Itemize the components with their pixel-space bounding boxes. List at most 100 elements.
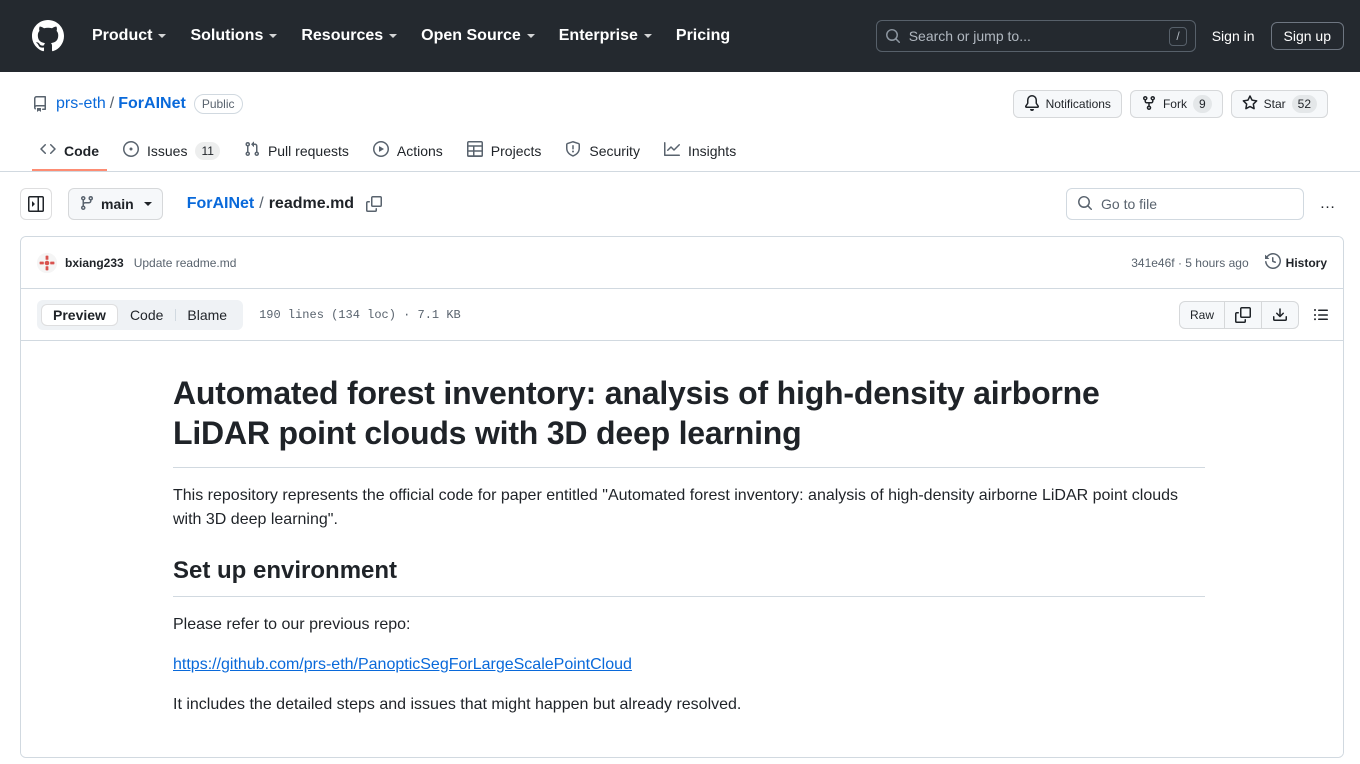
- commit-hash-and-time[interactable]: 341e46f · 5 hours ago: [1131, 256, 1248, 270]
- tab-insights[interactable]: Insights: [656, 134, 744, 171]
- fork-button[interactable]: Fork 9: [1129, 90, 1223, 118]
- repo-separator: /: [109, 95, 115, 112]
- copy-path-icon[interactable]: [366, 196, 383, 212]
- sign-in-button[interactable]: Sign in: [1212, 28, 1255, 44]
- tab-label: Insights: [687, 142, 737, 159]
- commit-message[interactable]: Update readme.md: [134, 256, 237, 270]
- tab-label: Actions: [396, 142, 443, 159]
- file-toolbar-actions: Raw: [1178, 300, 1335, 329]
- table-icon: [466, 141, 483, 160]
- shield-icon: [565, 141, 581, 160]
- branch-selector[interactable]: main: [68, 188, 163, 220]
- nav-label: Product: [92, 27, 153, 44]
- history-icon: [1264, 252, 1281, 272]
- play-icon: [372, 141, 389, 160]
- breadcrumb-current-file: readme.md: [268, 195, 355, 212]
- notifications-button[interactable]: Notifications: [1012, 90, 1122, 118]
- page-title: Automated forest inventory: analysis of …: [173, 373, 1205, 468]
- tab-actions[interactable]: Actions: [365, 134, 451, 171]
- nav-label: Solutions: [190, 27, 264, 44]
- git-branch-icon: [79, 195, 95, 214]
- notifications-label: Notifications: [1045, 97, 1111, 111]
- repo-name-link[interactable]: ForAINet: [118, 95, 186, 113]
- breadcrumb-root-link[interactable]: ForAINet: [187, 195, 255, 213]
- file-nav-right: Go to file …: [1066, 188, 1344, 220]
- repo-icon: [32, 96, 48, 112]
- copy-icon[interactable]: [1225, 301, 1262, 328]
- go-to-file-placeholder: Go to file: [1101, 196, 1158, 212]
- chevron-down-icon: [389, 34, 398, 38]
- tab-label: Code: [64, 142, 99, 159]
- search-placeholder: Search or jump to...: [908, 28, 1031, 44]
- tab-pull-requests[interactable]: Pull requests: [236, 134, 357, 171]
- nav-item-resources[interactable]: Resources: [289, 19, 409, 53]
- fork-icon: [1141, 95, 1157, 114]
- star-icon: [1242, 94, 1258, 114]
- readme-markdown-body: Automated forest inventory: analysis of …: [21, 341, 1343, 757]
- tab-label: Security: [589, 142, 640, 159]
- raw-button[interactable]: Raw: [1180, 301, 1225, 328]
- graph-icon: [663, 141, 680, 160]
- git-pull-request-icon: [244, 141, 260, 160]
- tab-blame[interactable]: Blame: [175, 304, 239, 326]
- repo-actions: Notifications Fork 9 Star 52: [1012, 90, 1328, 118]
- branch-name: main: [101, 196, 134, 212]
- intro-paragraph: This repository represents the official …: [173, 487, 1179, 528]
- global-nav: Product Solutions Resources Open Source …: [80, 19, 742, 53]
- nav-item-pricing[interactable]: Pricing: [664, 19, 742, 53]
- nav-label: Resources: [301, 27, 384, 44]
- repo-visibility-badge: Public: [193, 94, 243, 114]
- previous-repo-link-wrapper: https://github.com/prs-eth/PanopticSegFo…: [173, 653, 1205, 677]
- file-view-toolbar: Preview Code Blame 190 lines (134 loc) ·…: [21, 289, 1343, 341]
- file-navigation-bar: main ForAINet / readme.md Go to file …: [0, 172, 1360, 236]
- avatar[interactable]: [37, 252, 57, 273]
- file-content-box: bxiang233 Update readme.md 341e46f · 5 h…: [20, 236, 1344, 758]
- star-label: Star: [1263, 97, 1286, 111]
- github-mark-icon[interactable]: [32, 20, 64, 52]
- bell-icon: [1024, 94, 1040, 114]
- nav-item-enterprise[interactable]: Enterprise: [547, 19, 664, 53]
- chevron-down-icon: [643, 34, 652, 38]
- global-header-right: Search or jump to... / Sign in Sign up: [875, 20, 1344, 52]
- download-icon[interactable]: [1262, 302, 1298, 328]
- nav-label: Enterprise: [558, 27, 638, 44]
- tab-preview[interactable]: Preview: [41, 303, 118, 326]
- search-icon: [885, 28, 901, 44]
- section-heading-setup: Set up environment: [173, 556, 1205, 597]
- star-count: 52: [1291, 95, 1317, 113]
- fork-label: Fork: [1162, 97, 1187, 111]
- history-link[interactable]: History: [1264, 252, 1327, 272]
- tab-label: Issues: [147, 142, 188, 159]
- nav-item-solutions[interactable]: Solutions: [178, 19, 289, 53]
- issues-count: 11: [195, 141, 220, 160]
- tab-code[interactable]: Code: [32, 134, 107, 171]
- sign-up-button[interactable]: Sign up: [1270, 22, 1344, 50]
- tab-label: Projects: [490, 142, 542, 159]
- tab-code-view[interactable]: Code: [118, 304, 175, 326]
- repo-owner-link[interactable]: prs-eth: [56, 95, 106, 113]
- outline-list-icon[interactable]: [1307, 301, 1335, 329]
- more-options-button[interactable]: …: [1312, 188, 1344, 220]
- setup-detail-paragraph: It includes the detailed steps and issue…: [173, 696, 742, 713]
- file-meta-info: 190 lines (134 loc) · 7.1 KB: [259, 307, 461, 322]
- tab-issues[interactable]: Issues 11: [115, 134, 228, 171]
- repo-title-row: prs-eth / ForAINet Public Notifications …: [32, 88, 1328, 120]
- commit-meta: 341e46f · 5 hours ago History: [1131, 252, 1327, 272]
- go-to-file-input[interactable]: Go to file: [1066, 188, 1304, 220]
- previous-repo-link[interactable]: https://github.com/prs-eth/PanopticSegFo…: [173, 656, 632, 673]
- tab-security[interactable]: Security: [557, 134, 648, 171]
- search-input[interactable]: Search or jump to... /: [875, 20, 1196, 52]
- nav-item-product[interactable]: Product: [80, 19, 178, 53]
- chevron-down-icon: [158, 34, 167, 38]
- star-button[interactable]: Star 52: [1230, 90, 1328, 118]
- issue-opened-icon: [123, 141, 139, 160]
- tab-label: Pull requests: [267, 142, 349, 159]
- commit-author[interactable]: bxiang233: [65, 256, 124, 270]
- sidebar-expand-icon[interactable]: [20, 188, 52, 220]
- nav-item-open-source[interactable]: Open Source: [409, 19, 547, 53]
- repo-tabs: Code Issues 11 Pull requests Actions Pro…: [32, 134, 1328, 171]
- tab-projects[interactable]: Projects: [459, 134, 550, 171]
- chevron-down-icon: [143, 202, 152, 206]
- chevron-down-icon: [526, 34, 535, 38]
- breadcrumb: ForAINet / readme.md: [187, 195, 383, 213]
